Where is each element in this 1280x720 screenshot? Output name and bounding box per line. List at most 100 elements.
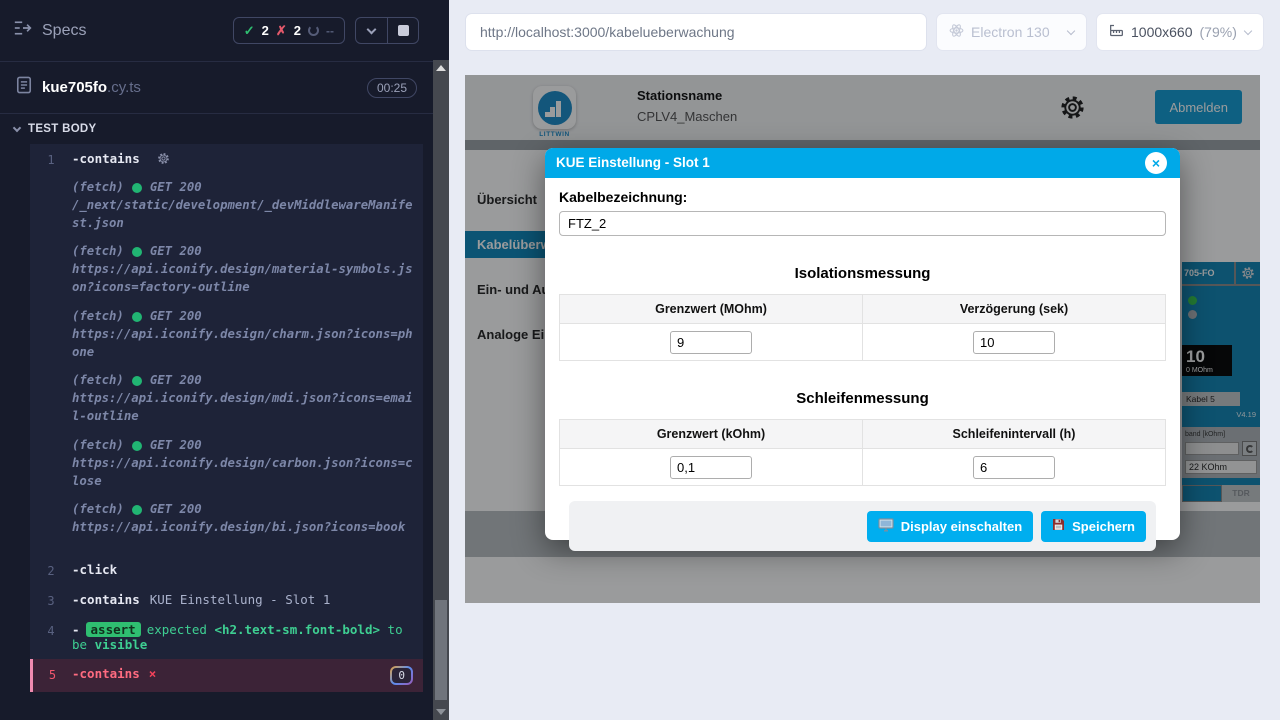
- save-label: Speichern: [1072, 519, 1135, 534]
- save-button[interactable]: Speichern: [1041, 511, 1146, 542]
- kue-settings-modal: KUE Einstellung - Slot 1 × Kabelbezeichn…: [545, 148, 1180, 540]
- fetch-status: GET 200: [150, 372, 202, 390]
- fetch-status: GET 200: [150, 501, 202, 519]
- scrollbar-track[interactable]: [433, 60, 449, 720]
- chevron-down-icon: [1244, 26, 1252, 34]
- specs-list-icon[interactable]: [14, 20, 32, 41]
- command-name: -contains: [72, 666, 140, 685]
- close-icon: ×: [1152, 148, 1160, 178]
- chevron-down-icon: [1067, 26, 1075, 34]
- command-log: 1 -contains (fetch)GET 200 /_next/static…: [30, 144, 423, 692]
- stop-icon: [398, 25, 409, 36]
- specs-label: Specs: [42, 22, 86, 40]
- status-dot-icon: [132, 312, 142, 322]
- collapse-all-button[interactable]: [356, 18, 387, 43]
- status-dot-icon: [132, 441, 142, 451]
- ruler-icon: [1109, 23, 1124, 41]
- assert-badge: assert: [86, 622, 141, 637]
- modal-title: KUE Einstellung - Slot 1: [556, 155, 710, 170]
- close-button[interactable]: ×: [1145, 152, 1167, 174]
- isolation-limit-input[interactable]: [670, 331, 752, 354]
- passed-icon: ✓: [244, 23, 255, 39]
- fetch-entry[interactable]: (fetch)GET 200 https://api.iconify.desig…: [72, 372, 413, 425]
- fetch-entry[interactable]: (fetch)GET 200 https://api.iconify.desig…: [72, 437, 413, 490]
- command-number: 3: [30, 592, 72, 608]
- command-row[interactable]: 3 -contains KUE Einstellung - Slot 1: [30, 585, 423, 615]
- command-row[interactable]: 2 -click: [30, 555, 423, 585]
- spec-name: kue705fo: [42, 79, 107, 96]
- loop-table: Grenzwert (kOhm) Schleifenintervall (h): [559, 419, 1166, 486]
- command-dash: -: [72, 622, 80, 637]
- status-dot-icon: [132, 505, 142, 515]
- chevron-down-icon: [13, 124, 21, 132]
- command-number: 1: [30, 151, 72, 548]
- cable-name-input[interactable]: [559, 211, 1166, 236]
- command-number: 5: [33, 666, 72, 685]
- fetch-label: (fetch): [72, 243, 124, 261]
- viewport-selector[interactable]: 1000x660 (79%): [1096, 13, 1264, 51]
- pending-spinner-icon: [308, 25, 319, 36]
- command-number: 4: [30, 622, 72, 652]
- test-body-label: TEST BODY: [28, 123, 97, 135]
- display-on-button[interactable]: Display einschalten: [867, 511, 1033, 542]
- stop-button[interactable]: [387, 18, 418, 43]
- fetch-label: (fetch): [72, 501, 124, 519]
- fetch-label: (fetch): [72, 179, 124, 197]
- spec-file-row[interactable]: kue705fo.cy.ts 00:25: [0, 62, 433, 114]
- cypress-header: Specs ✓ 2 ✗ 2 --: [0, 0, 433, 62]
- scroll-down-arrow-icon[interactable]: [436, 709, 446, 715]
- fetch-status: GET 200: [150, 243, 202, 261]
- electron-icon: [949, 23, 964, 41]
- retry-count-badge: 0: [390, 666, 413, 685]
- monitor-icon: [878, 518, 894, 535]
- test-body-section-header[interactable]: TEST BODY: [0, 114, 433, 144]
- command-row[interactable]: 4 -assertexpected <h2.text-sm.font-bold>…: [30, 615, 423, 659]
- fetch-entry[interactable]: (fetch)GET 200 https://api.iconify.desig…: [72, 243, 413, 296]
- fetch-label: (fetch): [72, 437, 124, 455]
- isolation-section-title: Isolationsmessung: [559, 265, 1166, 282]
- command-name: -contains: [72, 592, 140, 607]
- loop-col1-header: Grenzwert (kOhm): [560, 420, 863, 449]
- fetch-entry[interactable]: (fetch) GET 200 https://api.iconify.desig…: [72, 501, 413, 537]
- status-dot-icon: [132, 183, 142, 193]
- fetch-url: https://api.iconify.design/charm.json?ic…: [72, 326, 413, 362]
- cable-name-label: Kabelbezeichnung:: [559, 189, 1166, 205]
- fetch-status: GET 200: [150, 437, 202, 455]
- fetch-url: https://api.iconify.design/bi.json?icons…: [72, 519, 413, 537]
- fetch-label: (fetch): [72, 308, 124, 326]
- document-icon: [16, 76, 32, 99]
- command-name: -click: [72, 562, 117, 577]
- status-dot-icon: [132, 247, 142, 257]
- command-number: 2: [30, 562, 72, 578]
- status-dot-icon: [132, 376, 142, 386]
- fetch-url: https://api.iconify.design/mdi.json?icon…: [72, 390, 413, 426]
- fetch-status: GET 200: [150, 308, 202, 326]
- fetch-url: /_next/static/development/_devMiddleware…: [72, 197, 413, 233]
- app-under-test: LITTWIN Stationsname CPLV4_Maschen Abmel…: [465, 75, 1260, 603]
- fetch-entry[interactable]: (fetch)GET 200 /_next/static/development…: [72, 179, 413, 232]
- loop-limit-input[interactable]: [670, 456, 752, 479]
- url-bar[interactable]: http://localhost:3000/kabelueberwachung: [465, 13, 927, 51]
- loop-interval-input[interactable]: [973, 456, 1055, 479]
- isolation-delay-input[interactable]: [973, 331, 1055, 354]
- run-controls: [355, 17, 419, 44]
- command-row-failed[interactable]: 5 -contains × 0: [30, 659, 423, 692]
- scrollbar-thumb[interactable]: [435, 600, 447, 700]
- spec-duration-badge: 00:25: [367, 78, 417, 98]
- sidebar-scrollbar: [433, 0, 449, 720]
- floppy-disk-icon: [1052, 518, 1065, 534]
- loop-section-title: Schleifenmessung: [559, 390, 1166, 407]
- modal-header: KUE Einstellung - Slot 1 ×: [545, 148, 1180, 178]
- viewport-size: 1000x660: [1131, 24, 1193, 40]
- gear-icon[interactable]: [157, 153, 170, 168]
- loop-col2-header: Schleifenintervall (h): [863, 420, 1166, 449]
- display-on-label: Display einschalten: [901, 519, 1022, 534]
- fetch-entry[interactable]: (fetch) GET 200 https://api.iconify.desig…: [72, 308, 413, 361]
- isolation-table: Grenzwert (MOhm) Verzögerung (sek): [559, 294, 1166, 361]
- modal-body: Kabelbezeichnung: Isolationsmessung Gren…: [545, 178, 1180, 551]
- command-row[interactable]: 1 -contains (fetch)GET 200 /_next/static…: [30, 144, 423, 555]
- browser-selector[interactable]: Electron 130: [936, 13, 1087, 51]
- scroll-up-arrow-icon[interactable]: [436, 65, 446, 71]
- command-argument: KUE Einstellung - Slot 1: [150, 592, 331, 607]
- spec-extension: .cy.ts: [107, 79, 141, 96]
